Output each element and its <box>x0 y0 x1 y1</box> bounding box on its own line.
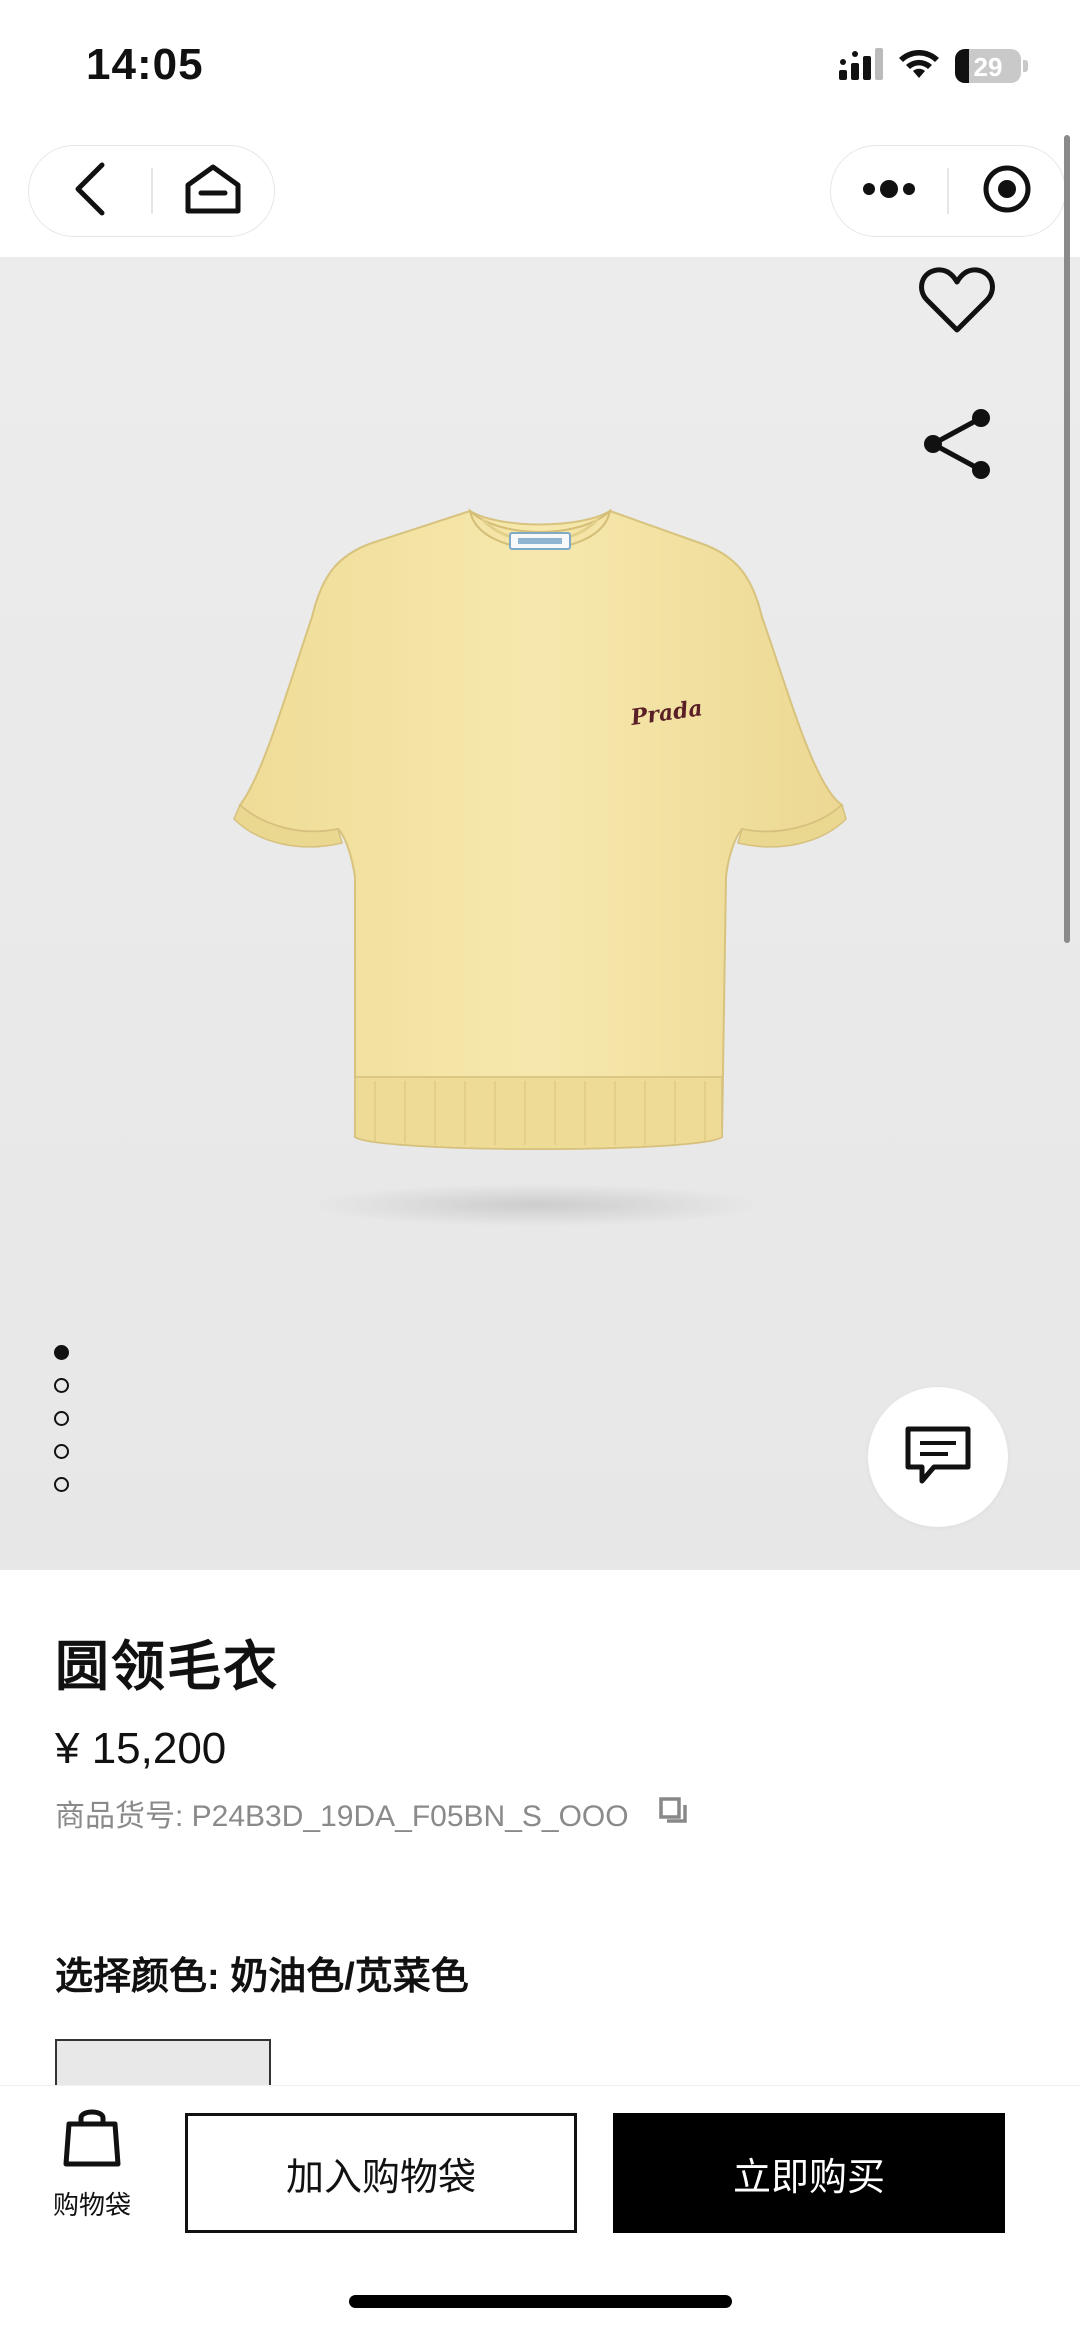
status-time: 14:05 <box>86 40 204 89</box>
favorite-button[interactable] <box>912 257 1002 347</box>
sku-text: 商品货号: P24B3D_19DA_F05BN_S_OOO <box>55 1800 629 1833</box>
home-button[interactable] <box>153 146 275 236</box>
back-button[interactable] <box>29 146 151 236</box>
carousel-pager <box>54 1345 69 1492</box>
cellular-signal-icon <box>839 47 883 85</box>
sku-row: 商品货号: P24B3D_19DA_F05BN_S_OOO <box>55 1791 689 1835</box>
more-button[interactable] <box>831 146 947 236</box>
pager-dot[interactable] <box>54 1411 69 1426</box>
nav-capsule-left <box>28 145 275 237</box>
share-button[interactable] <box>912 401 1002 491</box>
product-title: 圆领毛衣 <box>55 1637 279 1697</box>
product-price: ¥ 15,200 <box>55 1724 227 1773</box>
heart-icon <box>919 266 995 339</box>
pager-dot[interactable] <box>54 1444 69 1459</box>
chat-icon <box>904 1425 972 1490</box>
copy-sku-button[interactable] <box>657 1795 689 1832</box>
close-target-icon <box>982 164 1032 219</box>
mini-program-nav <box>0 135 1080 257</box>
share-icon <box>919 406 995 487</box>
color-select-label: 选择颜色: 奶油色/苋菜色 <box>55 1956 469 1998</box>
scrollbar[interactable] <box>1064 135 1070 943</box>
status-bar: 14:05 29 <box>0 0 1080 135</box>
battery-icon: 29 <box>955 49 1028 83</box>
shopping-bag-label: 购物袋 <box>52 2190 131 2220</box>
battery-level: 29 <box>973 52 1003 82</box>
add-to-bag-button[interactable]: 加入购物袋 <box>185 2113 577 2233</box>
back-arrow-icon <box>70 161 110 222</box>
buy-now-button[interactable]: 立即购买 <box>613 2113 1005 2233</box>
pager-dot[interactable] <box>54 1345 69 1360</box>
chat-button[interactable] <box>868 1387 1008 1527</box>
nav-capsule-right <box>830 145 1066 237</box>
close-miniprogram-button[interactable] <box>949 146 1065 236</box>
more-dots-icon <box>861 179 917 204</box>
copy-icon <box>657 1796 689 1831</box>
wifi-icon <box>897 48 941 85</box>
home-indicator[interactable] <box>349 2295 732 2308</box>
home-icon <box>183 163 243 220</box>
product-image-carousel[interactable]: Prada <box>0 257 1080 1570</box>
shopping-bag-icon <box>62 2106 122 2173</box>
pager-dot[interactable] <box>54 1477 69 1492</box>
status-icons: 29 <box>839 44 1028 88</box>
pager-dot[interactable] <box>54 1378 69 1393</box>
shopping-bag-tab[interactable]: 购物袋 <box>40 2106 144 2222</box>
